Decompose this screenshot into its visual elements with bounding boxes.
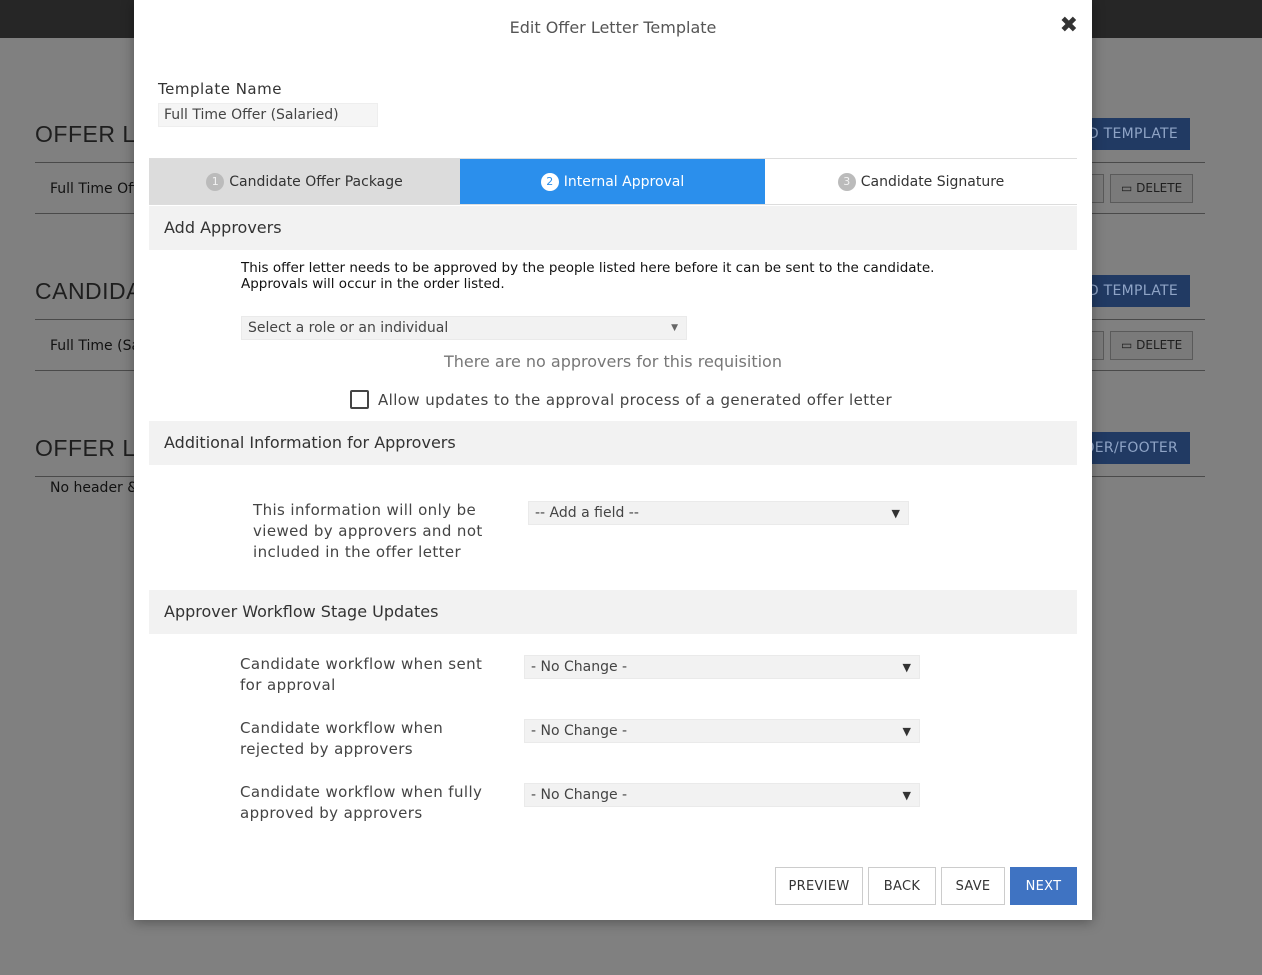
template-name-label: Template Name	[158, 80, 282, 98]
step-number-badge: 2	[540, 172, 559, 191]
approver-select-value: Select a role or an individual	[248, 320, 449, 336]
trash-icon: ▭	[1121, 338, 1133, 352]
wizard-tabs: 1 Candidate Offer Package 2 Internal App…	[149, 158, 1077, 205]
additional-info-heading: Additional Information for Approvers	[149, 421, 1077, 465]
header-footer-empty-text: No header &	[50, 480, 139, 496]
preview-button[interactable]: PREVIEW	[775, 867, 863, 905]
template-name-input[interactable]	[158, 103, 378, 127]
edit-button-stub[interactable]	[1090, 174, 1104, 203]
tab-candidate-signature[interactable]: 3 Candidate Signature	[765, 159, 1077, 204]
workflow-updates-heading: Approver Workflow Stage Updates	[149, 590, 1077, 634]
workflow-sent-value: - No Change -	[531, 659, 628, 675]
save-button[interactable]: SAVE	[941, 867, 1005, 905]
tab-internal-approval[interactable]: 2 Internal Approval	[460, 159, 765, 204]
next-button[interactable]: NEXT	[1010, 867, 1077, 905]
trash-icon: ▭	[1121, 181, 1133, 195]
approvers-description: This offer letter needs to be approved b…	[241, 260, 935, 292]
workflow-approved-value: - No Change -	[531, 787, 628, 803]
candidate-templates-title: CANDIDA	[35, 278, 143, 304]
workflow-sent-label: Candidate workflow when sent for approva…	[240, 655, 483, 694]
no-approvers-message: There are no approvers for this requisit…	[444, 352, 782, 371]
tab-candidate-offer-package[interactable]: 1 Candidate Offer Package	[149, 159, 460, 204]
caret-down-icon: ▼	[902, 725, 911, 738]
delete-button[interactable]: ▭ DELETE	[1110, 174, 1194, 203]
modal-title: Edit Offer Letter Template	[509, 18, 717, 37]
tab-label: Candidate Offer Package	[229, 173, 403, 190]
workflow-sent-select[interactable]: - No Change - ▼	[524, 655, 920, 679]
caret-down-icon: ▼	[902, 661, 911, 674]
workflow-rejected-label: Candidate workflow when rejected by appr…	[240, 719, 444, 758]
step-number-badge: 1	[206, 172, 225, 191]
add-field-select[interactable]: -- Add a field -- ▼	[528, 501, 909, 525]
workflow-rejected-select[interactable]: - No Change - ▼	[524, 719, 920, 743]
workflow-approved-label: Candidate workflow when fully approved b…	[240, 783, 483, 822]
caret-down-icon: ▼	[902, 789, 911, 802]
workflow-approved-select[interactable]: - No Change - ▼	[524, 783, 920, 807]
step-number-badge: 3	[837, 172, 856, 191]
tab-label: Internal Approval	[563, 173, 685, 190]
template-row-name: Full Time (Sal	[50, 338, 144, 354]
edit-button-stub[interactable]	[1090, 331, 1104, 360]
allow-updates-option[interactable]: Allow updates to the approval process of…	[350, 390, 892, 409]
additional-info-description: This information will only be viewed by …	[253, 501, 483, 561]
add-approvers-heading: Add Approvers	[149, 206, 1077, 250]
template-row-name: Full Time Offe	[50, 181, 147, 197]
delete-button[interactable]: ▭ DELETE	[1110, 331, 1194, 360]
close-icon[interactable]: ✖	[1060, 13, 1078, 38]
caret-down-icon: ▼	[891, 507, 900, 520]
caret-down-icon: ▼	[671, 323, 678, 333]
workflow-rejected-value: - No Change -	[531, 723, 628, 739]
approver-select[interactable]: Select a role or an individual ▼	[241, 316, 687, 340]
allow-updates-checkbox[interactable]	[350, 390, 369, 409]
allow-updates-label: Allow updates to the approval process of…	[378, 390, 893, 409]
edit-offer-letter-template-modal: Edit Offer Letter Template ✖ Template Na…	[134, 0, 1092, 920]
add-field-select-value: -- Add a field --	[535, 505, 639, 521]
back-button[interactable]: BACK	[868, 867, 936, 905]
tab-label: Candidate Signature	[860, 173, 1005, 190]
